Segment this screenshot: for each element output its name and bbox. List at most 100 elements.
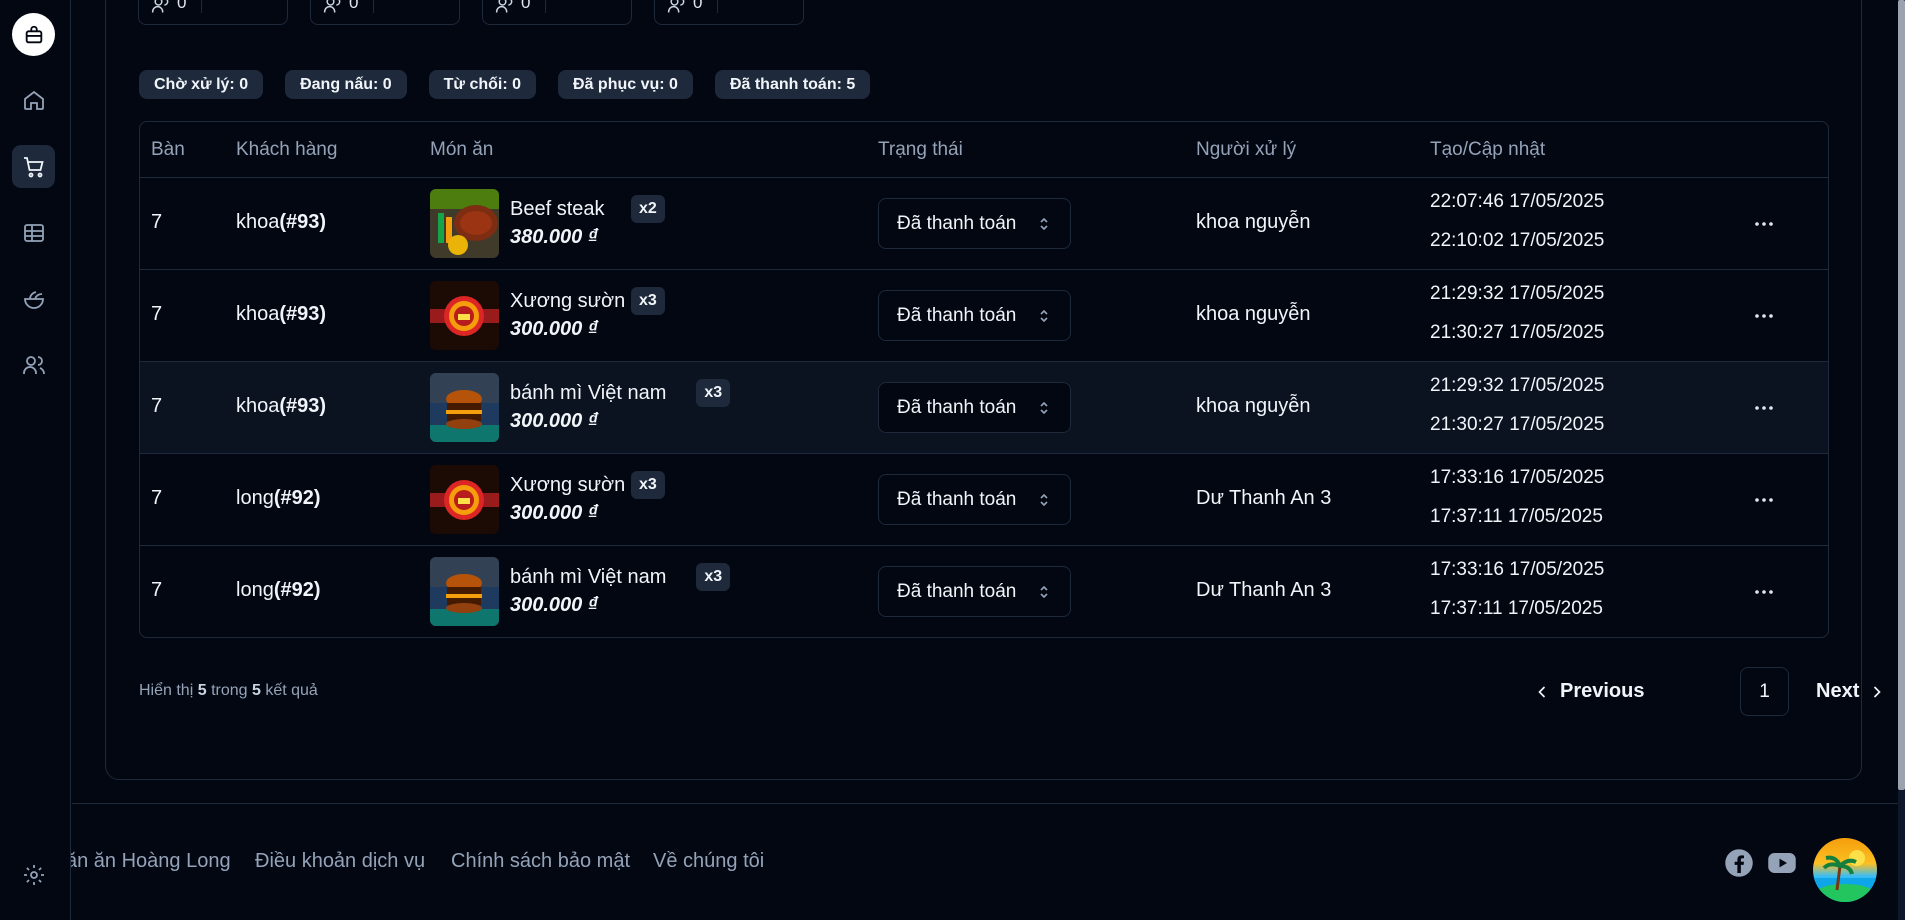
summary-value: 0: [521, 0, 531, 12]
badge-pending[interactable]: Chờ xử lý: 0: [139, 70, 264, 99]
table-row: 7 long(#92) bánh mì Việt nam x3 300.000 ₫ Đã …: [140, 546, 1828, 637]
settings-button[interactable]: [12, 853, 55, 896]
customer-id: (#93): [279, 211, 327, 233]
table-row: 7 khoa(#93) bánh mì Việt nam x3 300.000 ₫ Đã …: [140, 362, 1828, 454]
results-shown: 5: [197, 682, 207, 699]
more-actions-icon[interactable]: [1752, 580, 1776, 604]
dish-price: 300.000 ₫: [510, 502, 599, 524]
dish-price: 380.000 ₫: [510, 226, 599, 248]
status-value: Đã thanh toán: [897, 305, 1017, 326]
updated-time: 21:30:27 17/05/2025: [1430, 322, 1605, 343]
facebook-icon[interactable]: [1724, 848, 1754, 878]
status-select[interactable]: Đã thanh toán: [878, 382, 1071, 433]
customer-name: long: [236, 487, 274, 509]
table-row: 7 khoa(#93) Xương sườn x3 300.000 ₫ Đã thanh …: [140, 270, 1828, 362]
footer-terms-link[interactable]: Điều khoản dịch vụ: [255, 850, 425, 873]
table-header: Bàn Khách hàng Món ăn Trạng thái Người x…: [140, 122, 1828, 178]
header-dish: Món ăn: [430, 139, 494, 160]
more-actions-icon[interactable]: [1752, 304, 1776, 328]
customer-name: khoa: [236, 303, 280, 325]
chevron-left-icon: [1538, 685, 1546, 698]
summary-box: 0: [482, 0, 632, 25]
quantity-badge: x2: [631, 195, 665, 223]
youtube-icon[interactable]: [1767, 850, 1797, 876]
previous-label: Previous: [1560, 680, 1645, 702]
created-time: 21:29:32 17/05/2025: [1430, 283, 1605, 304]
footer-brand-link[interactable]: ăn ăn Hoàng Long: [66, 850, 231, 873]
header-customer: Khách hàng: [236, 139, 338, 160]
updated-time: 17:37:11 17/05/2025: [1430, 598, 1603, 619]
users-icon: [495, 0, 513, 13]
nav-menu[interactable]: [12, 277, 55, 320]
customer-id: (#92): [273, 487, 321, 509]
cell-handler: Dư Thanh An 3: [1196, 487, 1332, 509]
users-icon: [323, 0, 341, 13]
results-suffix: kết quả: [265, 682, 318, 699]
chevron-right-icon: [1874, 685, 1882, 698]
table-row: 7 long(#92) Xương sườn x3 300.000 ₫ Đã thanh …: [140, 454, 1828, 546]
cell-handler: Dư Thanh An 3: [1196, 579, 1332, 601]
users-icon: [151, 0, 169, 13]
badge-served[interactable]: Đã phục vụ: 0: [558, 70, 693, 99]
nav-home[interactable]: [12, 78, 55, 121]
previous-button[interactable]: Previous: [1532, 667, 1644, 716]
more-actions-icon[interactable]: [1752, 212, 1776, 236]
dish-name: Xương sườn: [510, 474, 626, 496]
table-icon: [23, 223, 44, 242]
scrollbar[interactable]: [1898, 0, 1905, 920]
table-row: 7 khoa(#93) Beef steak x2 380.000 ₫ Đã thanh …: [140, 178, 1828, 270]
status-value: Đã thanh toán: [897, 581, 1017, 602]
cart-icon: [23, 156, 44, 177]
dish-name: Beef steak: [510, 198, 605, 220]
cell-customer: khoa(#93): [236, 303, 326, 326]
next-label: Next: [1816, 680, 1860, 702]
summary-box: 0: [310, 0, 460, 25]
scrollbar-thumb[interactable]: [1898, 0, 1905, 790]
header-timestamps: Tạo/Cập nhật: [1430, 139, 1546, 160]
badge-cooking[interactable]: Đang nấu: 0: [285, 70, 407, 99]
status-select[interactable]: Đã thanh toán: [878, 290, 1071, 341]
salad-icon: [23, 290, 44, 309]
orders-table: Bàn Khách hàng Món ăn Trạng thái Người x…: [139, 121, 1829, 638]
more-actions-icon[interactable]: [1752, 488, 1776, 512]
main-content: 0 0 0 0 Chờ xử lý: 0 Đang nấu: 0 Từ chối…: [72, 0, 1905, 920]
quantity-badge: x3: [696, 563, 731, 591]
dish-name: Xương sườn: [510, 290, 626, 312]
nav-tables[interactable]: [12, 211, 55, 254]
summary-box: 0: [138, 0, 288, 25]
cell-handler: khoa nguyễn: [1196, 395, 1311, 417]
chevrons-up-down-icon: [1040, 217, 1048, 231]
results-prefix: Hiển thị: [139, 682, 194, 699]
cell-table-number: 7: [151, 395, 163, 417]
chevrons-up-down-icon: [1040, 493, 1048, 507]
dish-image: [430, 281, 499, 350]
summary-value: 0: [693, 0, 703, 12]
dish-name: bánh mì Việt nam: [510, 382, 667, 404]
cell-customer: khoa(#93): [236, 395, 326, 418]
updated-time: 21:30:27 17/05/2025: [1430, 414, 1605, 435]
nav-orders[interactable]: [12, 145, 55, 188]
users-icon: [22, 355, 45, 374]
footer-privacy-link[interactable]: Chính sách bảo mật: [451, 850, 630, 873]
badge-rejected[interactable]: Từ chối: 0: [428, 70, 537, 99]
chevrons-up-down-icon: [1040, 585, 1048, 599]
badge-paid[interactable]: Đã thanh toán: 5: [714, 70, 871, 99]
footer-about-link[interactable]: Về chúng tôi: [653, 850, 764, 873]
nav-users[interactable]: [12, 343, 55, 386]
more-actions-icon[interactable]: [1752, 396, 1776, 420]
dish-price: 300.000 ₫: [510, 318, 599, 340]
dish-image: [430, 465, 499, 534]
sidebar: [0, 0, 71, 920]
status-select[interactable]: Đã thanh toán: [878, 198, 1071, 249]
cell-table-number: 7: [151, 579, 163, 601]
customer-id: (#92): [273, 579, 321, 601]
next-button[interactable]: Next: [1816, 667, 1887, 716]
customer-id: (#93): [279, 303, 327, 325]
shopping-bag-icon[interactable]: [12, 13, 55, 56]
customer-name: long: [236, 579, 274, 601]
page-1-button[interactable]: 1: [1740, 667, 1789, 716]
avatar[interactable]: [1813, 838, 1877, 902]
status-select[interactable]: Đã thanh toán: [878, 474, 1071, 525]
beach-avatar: [1813, 850, 1877, 902]
status-select[interactable]: Đã thanh toán: [878, 566, 1071, 617]
